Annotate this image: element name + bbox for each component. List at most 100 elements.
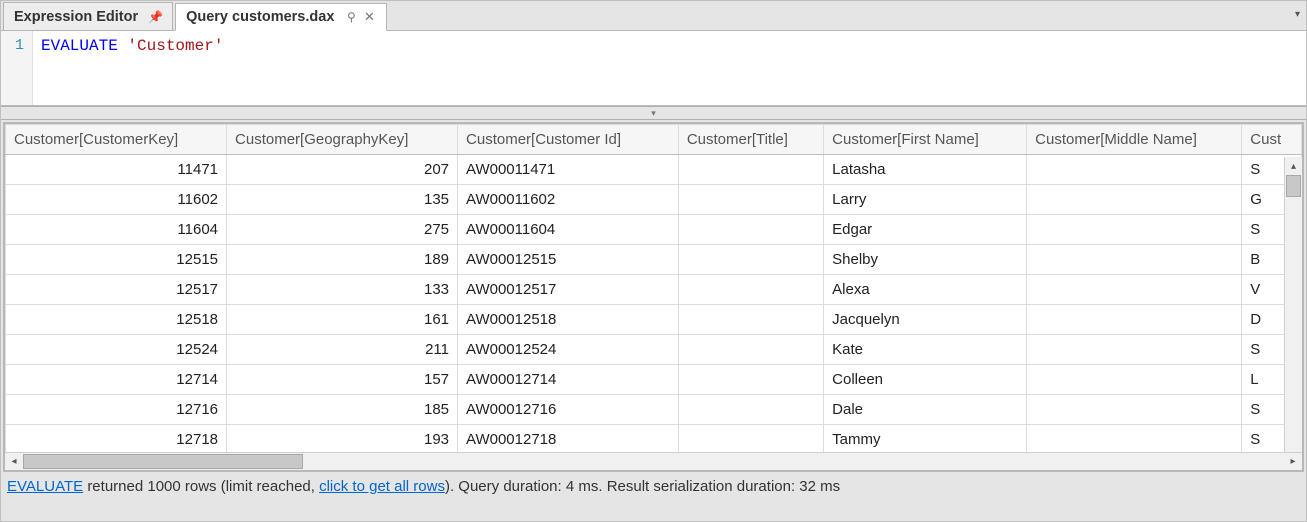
close-icon[interactable]: ✕ bbox=[362, 9, 376, 25]
table-cell[interactable]: AW00012518 bbox=[458, 305, 679, 335]
column-header[interactable]: Cust bbox=[1242, 125, 1302, 155]
scroll-thumb[interactable] bbox=[23, 454, 303, 469]
table-row[interactable]: 11602135AW00011602LarryG bbox=[6, 185, 1302, 215]
table-cell[interactable]: AW00011471 bbox=[458, 155, 679, 185]
editor-gutter: 1 bbox=[1, 31, 33, 105]
scroll-left-button[interactable]: ◂ bbox=[5, 456, 23, 467]
table-cell[interactable]: Jacquelyn bbox=[824, 305, 1027, 335]
table-cell[interactable]: AW00011602 bbox=[458, 185, 679, 215]
status-get-all-rows-link[interactable]: click to get all rows bbox=[319, 478, 445, 495]
table-cell[interactable]: Shelby bbox=[824, 245, 1027, 275]
table-cell[interactable]: AW00012716 bbox=[458, 395, 679, 425]
tab-expression-editor[interactable]: Expression Editor 📌 bbox=[3, 2, 173, 30]
table-cell[interactable]: 12714 bbox=[6, 365, 227, 395]
table-row[interactable]: 12714157AW00012714ColleenL bbox=[6, 365, 1302, 395]
vertical-scrollbar[interactable]: ▴ bbox=[1284, 157, 1302, 452]
splitter-handle[interactable]: ▾ bbox=[1, 106, 1306, 120]
table-row[interactable]: 12515189AW00012515ShelbyB bbox=[6, 245, 1302, 275]
table-cell[interactable]: AW00012517 bbox=[458, 275, 679, 305]
table-cell[interactable]: 211 bbox=[227, 335, 458, 365]
table-row[interactable]: 12517133AW00012517AlexaV bbox=[6, 275, 1302, 305]
table-cell[interactable] bbox=[1027, 275, 1242, 305]
table-row[interactable]: 12718193AW00012718TammyS bbox=[6, 425, 1302, 453]
table-cell[interactable]: Kate bbox=[824, 335, 1027, 365]
table-cell[interactable]: 12517 bbox=[6, 275, 227, 305]
table-cell[interactable] bbox=[678, 275, 823, 305]
code-editor[interactable]: 1 EVALUATE 'Customer' bbox=[1, 31, 1306, 106]
scroll-up-button[interactable]: ▴ bbox=[1285, 157, 1302, 175]
table-cell[interactable] bbox=[1027, 245, 1242, 275]
table-cell[interactable] bbox=[678, 305, 823, 335]
table-cell[interactable]: Larry bbox=[824, 185, 1027, 215]
table-cell[interactable] bbox=[678, 335, 823, 365]
table-cell[interactable] bbox=[1027, 215, 1242, 245]
tab-query-customers[interactable]: Query customers.dax ⚲ ✕ bbox=[175, 3, 387, 31]
code-content[interactable]: EVALUATE 'Customer' bbox=[33, 31, 1306, 105]
table-cell[interactable] bbox=[1027, 305, 1242, 335]
table-cell[interactable]: Colleen bbox=[824, 365, 1027, 395]
table-cell[interactable]: Tammy bbox=[824, 425, 1027, 453]
table-cell[interactable] bbox=[678, 245, 823, 275]
status-evaluate-link[interactable]: EVALUATE bbox=[7, 478, 83, 495]
column-header[interactable]: Customer[Customer Id] bbox=[458, 125, 679, 155]
results-grid[interactable]: Customer[CustomerKey] Customer[Geography… bbox=[5, 124, 1302, 452]
table-row[interactable]: 12518161AW00012518JacquelynD bbox=[6, 305, 1302, 335]
table-cell[interactable] bbox=[678, 155, 823, 185]
pin-icon[interactable]: ⚲ bbox=[344, 10, 358, 24]
table-cell[interactable]: Edgar bbox=[824, 215, 1027, 245]
scroll-thumb[interactable] bbox=[1286, 175, 1301, 197]
table-row[interactable]: 12716185AW00012716DaleS bbox=[6, 395, 1302, 425]
table-cell[interactable]: 185 bbox=[227, 395, 458, 425]
table-row[interactable]: 11604275AW00011604EdgarS bbox=[6, 215, 1302, 245]
table-cell[interactable]: 11471 bbox=[6, 155, 227, 185]
literal: 'Customer' bbox=[127, 37, 223, 55]
table-cell[interactable]: 12515 bbox=[6, 245, 227, 275]
table-cell[interactable]: Latasha bbox=[824, 155, 1027, 185]
table-cell[interactable]: Alexa bbox=[824, 275, 1027, 305]
table-cell[interactable]: 12524 bbox=[6, 335, 227, 365]
table-cell[interactable]: 12718 bbox=[6, 425, 227, 453]
column-header[interactable]: Customer[GeographyKey] bbox=[227, 125, 458, 155]
scroll-track[interactable] bbox=[23, 453, 1284, 470]
table-cell[interactable]: 135 bbox=[227, 185, 458, 215]
table-cell[interactable]: 12716 bbox=[6, 395, 227, 425]
table-cell[interactable] bbox=[678, 185, 823, 215]
table-cell[interactable]: 157 bbox=[227, 365, 458, 395]
table-cell[interactable]: 11604 bbox=[6, 215, 227, 245]
column-header[interactable]: Customer[First Name] bbox=[824, 125, 1027, 155]
table-cell[interactable]: AW00012714 bbox=[458, 365, 679, 395]
table-cell[interactable] bbox=[678, 365, 823, 395]
table-cell[interactable]: 189 bbox=[227, 245, 458, 275]
table-cell[interactable] bbox=[678, 425, 823, 453]
column-header[interactable]: Customer[Title] bbox=[678, 125, 823, 155]
table-cell[interactable]: 275 bbox=[227, 215, 458, 245]
table-cell[interactable]: 207 bbox=[227, 155, 458, 185]
table-cell[interactable]: 12518 bbox=[6, 305, 227, 335]
table-cell[interactable]: Dale bbox=[824, 395, 1027, 425]
results-panel: Customer[CustomerKey] Customer[Geography… bbox=[3, 122, 1304, 472]
table-cell[interactable] bbox=[1027, 395, 1242, 425]
table-cell[interactable] bbox=[1027, 365, 1242, 395]
table-cell[interactable]: 161 bbox=[227, 305, 458, 335]
horizontal-scrollbar[interactable]: ◂ ▸ bbox=[5, 452, 1302, 470]
table-cell[interactable]: AW00012515 bbox=[458, 245, 679, 275]
table-cell[interactable]: 133 bbox=[227, 275, 458, 305]
table-cell[interactable]: 11602 bbox=[6, 185, 227, 215]
table-cell[interactable] bbox=[678, 215, 823, 245]
table-cell[interactable]: AW00012718 bbox=[458, 425, 679, 453]
table-cell[interactable]: 193 bbox=[227, 425, 458, 453]
table-cell[interactable]: AW00012524 bbox=[458, 335, 679, 365]
table-cell[interactable] bbox=[1027, 185, 1242, 215]
table-cell[interactable] bbox=[1027, 155, 1242, 185]
tab-overflow-button[interactable]: ▾ bbox=[1295, 9, 1300, 20]
pin-icon[interactable]: 📌 bbox=[148, 10, 162, 24]
scroll-right-button[interactable]: ▸ bbox=[1284, 456, 1302, 467]
table-cell[interactable]: AW00011604 bbox=[458, 215, 679, 245]
table-cell[interactable] bbox=[678, 395, 823, 425]
table-row[interactable]: 11471207AW00011471LatashaS bbox=[6, 155, 1302, 185]
table-cell[interactable] bbox=[1027, 335, 1242, 365]
column-header[interactable]: Customer[CustomerKey] bbox=[6, 125, 227, 155]
column-header[interactable]: Customer[Middle Name] bbox=[1027, 125, 1242, 155]
table-row[interactable]: 12524211AW00012524KateS bbox=[6, 335, 1302, 365]
table-cell[interactable] bbox=[1027, 425, 1242, 453]
